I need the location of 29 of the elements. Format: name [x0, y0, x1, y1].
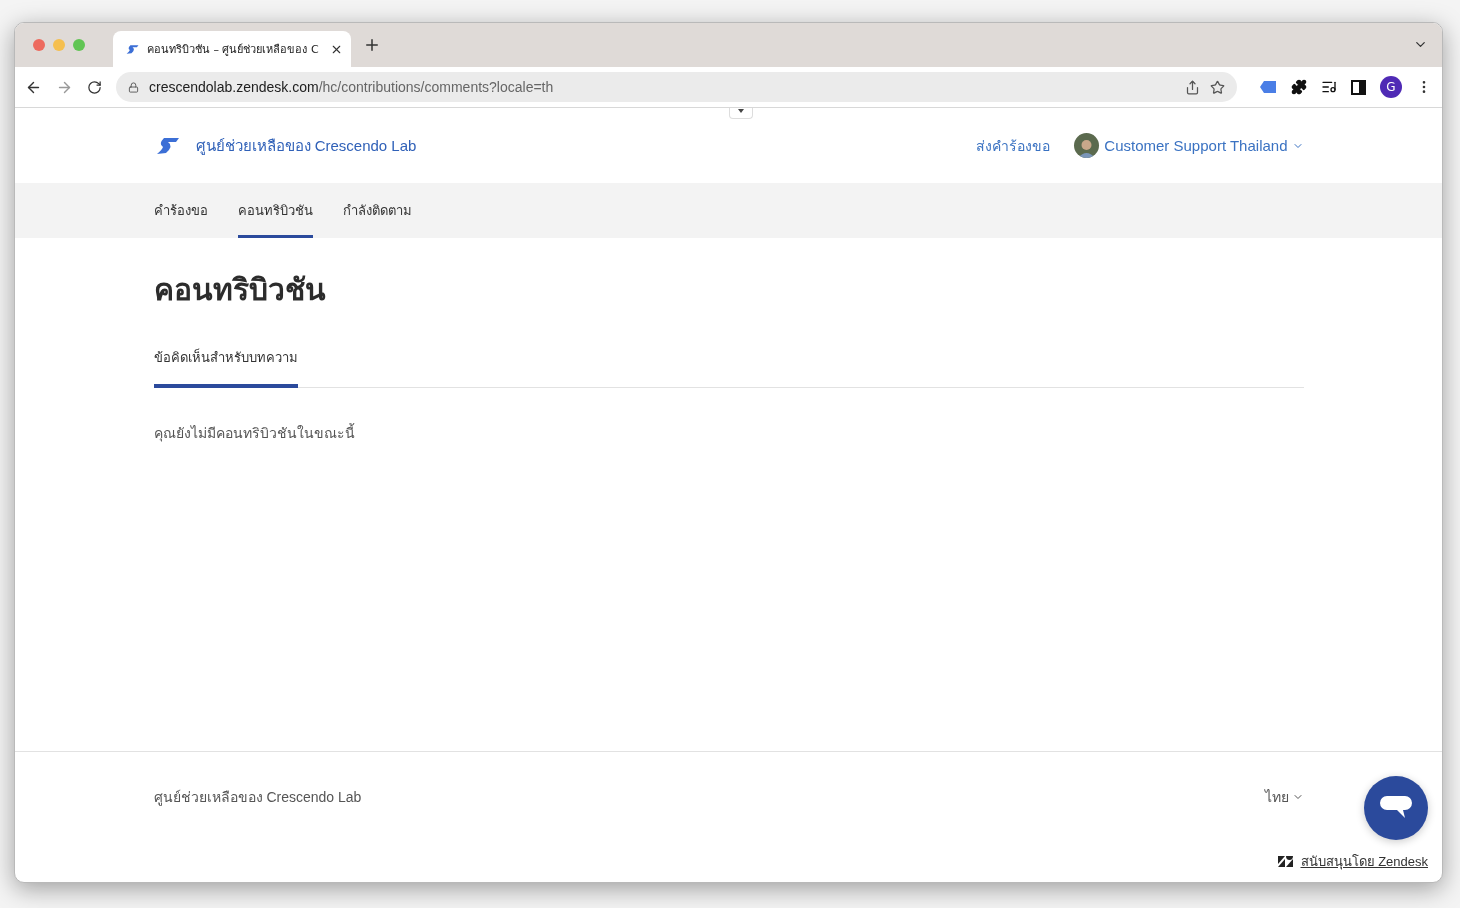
logo-icon — [125, 43, 139, 55]
content-tab[interactable]: ข้อคิดเห็นสำหรับบทความ — [153, 347, 298, 388]
user-avatar — [1074, 133, 1100, 158]
lock-icon — [128, 81, 139, 93]
nav-tab[interactable]: กำลังติดตาม — [342, 183, 412, 238]
reload-icon[interactable] — [87, 79, 102, 95]
profile-avatar[interactable]: G — [1380, 76, 1402, 98]
chat-button[interactable] — [1364, 776, 1428, 840]
browser-tab[interactable]: คอนทริบิวชัน – ศูนย์ช่วยเหลือของ C — [113, 31, 351, 67]
star-icon[interactable] — [1210, 79, 1225, 95]
new-tab-icon[interactable] — [363, 36, 381, 54]
extension-icon[interactable] — [1259, 80, 1277, 94]
nav-tab[interactable]: คอนทริบิวชัน — [237, 183, 313, 238]
puzzle-icon[interactable] — [1291, 79, 1307, 95]
brand-link[interactable]: ศูนย์ช่วยเหลือของ Crescendo Lab — [195, 133, 417, 158]
powered-by-link[interactable]: สนับสนุนโดย Zendesk — [1300, 851, 1428, 872]
zendesk-logo-icon — [1277, 856, 1293, 867]
address-bar[interactable]: crescendolab.zendesk.com/hc/contributions/comments?locale=th — [116, 72, 1237, 102]
share-icon[interactable] — [1185, 79, 1200, 95]
language-selector[interactable]: ไทย — [1264, 786, 1304, 808]
user-menu-button[interactable]: Customer Support Thailand — [1104, 137, 1304, 154]
page-title: คอนทริบิวชัน — [153, 272, 327, 308]
submit-request-link[interactable]: ส่งคำร้องขอ — [976, 134, 1051, 157]
playlist-icon[interactable] — [1321, 79, 1337, 95]
side-panel-icon[interactable] — [1351, 79, 1366, 95]
pull-down-handle[interactable] — [729, 108, 753, 119]
empty-message: คุณยังไม่มีคอนทริบิวชันในขณะนี้ — [153, 422, 356, 444]
footer-brand-link[interactable]: ศูนย์ช่วยเหลือของ Crescendo Lab — [153, 786, 362, 808]
nav-tab[interactable]: คำร้องขอ — [153, 183, 208, 238]
